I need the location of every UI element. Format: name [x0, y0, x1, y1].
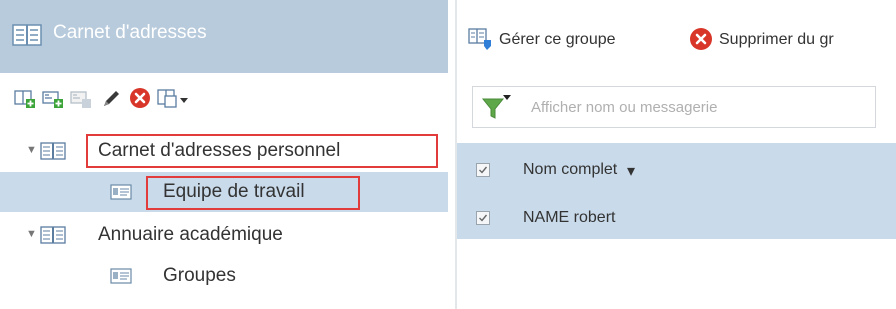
filter-field[interactable] [472, 86, 876, 128]
add-list-icon[interactable] [70, 87, 92, 109]
panel-title: Carnet d'adresses [53, 22, 207, 43]
address-book-icon [40, 142, 66, 160]
tree-item-groupes[interactable]: Groupes [0, 256, 448, 296]
expander-arrow[interactable]: ▼ [26, 228, 37, 240]
delete-icon[interactable] [129, 87, 151, 109]
group-card-icon [110, 184, 132, 200]
pencil-icon[interactable] [100, 87, 122, 109]
remove-from-group-label: Supprimer du gr [719, 31, 834, 48]
expander-arrow[interactable]: ▼ [26, 144, 37, 156]
tree-item-label: Annuaire académique [98, 224, 283, 245]
address-book-icon [12, 24, 42, 46]
column-header-label: Nom complet [523, 161, 618, 178]
check-icon [479, 166, 488, 174]
add-group-icon[interactable] [42, 87, 64, 109]
row-checkbox[interactable] [476, 211, 490, 225]
panel-header: Carnet d'adresses [0, 0, 448, 73]
address-book-icon [40, 226, 66, 244]
filter-icon[interactable] [481, 93, 513, 121]
column-header-nom-complet[interactable]: Nom complet ▾ [523, 161, 723, 181]
remove-from-group-button[interactable]: Supprimer du gr [689, 26, 896, 54]
group-card-icon [110, 268, 132, 284]
delete-icon [690, 28, 712, 50]
manage-group-label: Gérer ce groupe [499, 31, 616, 48]
more-actions-icon[interactable] [157, 87, 191, 109]
grid-header: Nom complet ▾ [457, 143, 896, 197]
manage-group-icon [468, 28, 491, 50]
add-contact-icon[interactable] [14, 87, 36, 109]
address-book-panel: Carnet d'adresses ▼ Carnet d'adresses pe… [0, 0, 448, 309]
address-book-toolbar [0, 73, 448, 121]
group-toolbar: Gérer ce groupe Supprimer du gr [457, 0, 896, 73]
table-row[interactable]: NAME robert [457, 197, 896, 239]
highlight-box [86, 134, 438, 168]
contacts-panel: Gérer ce groupe Supprimer du gr Nom comp… [457, 0, 896, 309]
manage-group-button[interactable]: Gérer ce groupe [467, 26, 687, 54]
check-icon [479, 214, 488, 222]
tree-item-annuaire-academique[interactable]: ▼ Annuaire académique [0, 215, 448, 255]
highlight-box [146, 176, 360, 210]
select-all-checkbox[interactable] [476, 163, 490, 177]
sort-arrow-icon: ▾ [627, 163, 636, 180]
tree-item-label: Groupes [163, 265, 236, 286]
filter-input[interactable] [531, 95, 861, 119]
contact-name: NAME robert [523, 209, 616, 226]
